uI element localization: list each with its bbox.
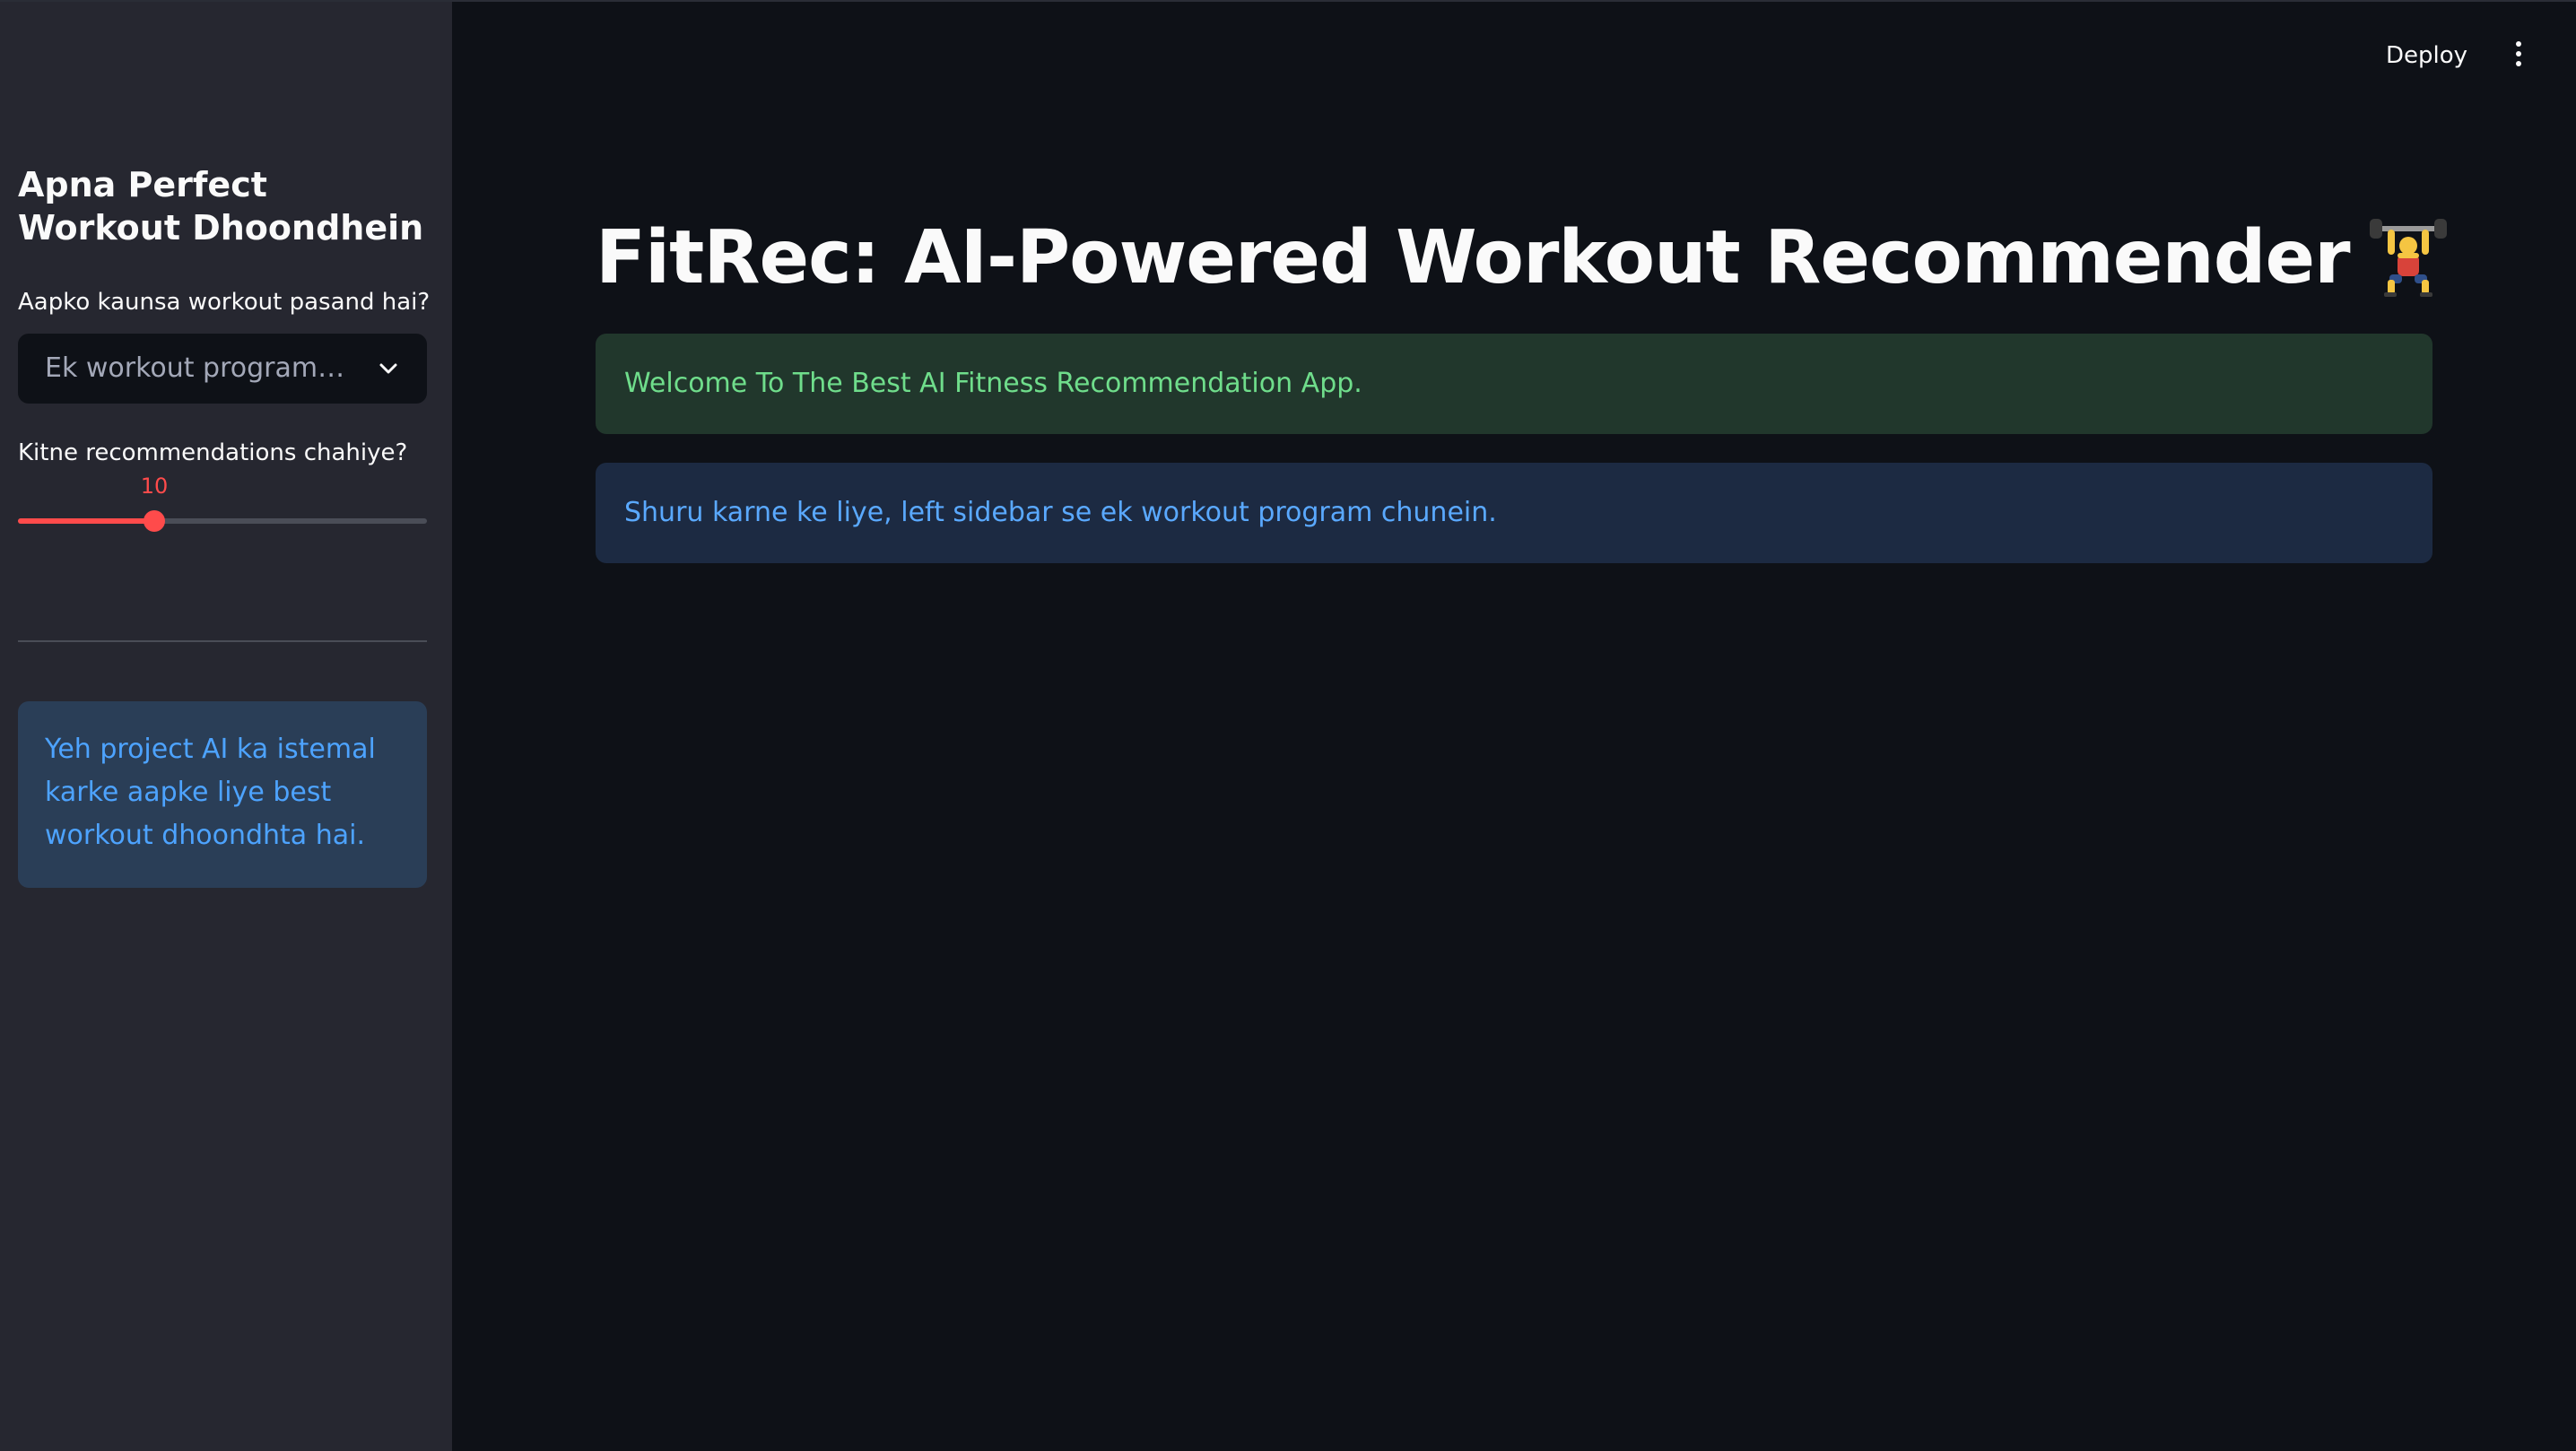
page-title: FitRec: AI-Powered Workout Recommender [596,213,2449,303]
recommendations-slider-label: Kitne recommendations chahiye? [18,439,408,466]
sidebar-divider [18,640,427,642]
app-root: Apna Perfect Workout Dhoondhein Aapko ka… [0,0,2576,1451]
vertical-dots-icon[interactable] [2508,41,2529,72]
slider-thumb[interactable] [144,510,165,532]
sidebar-title: Apna Perfect Workout Dhoondhein [18,165,424,248]
deploy-button[interactable]: Deploy [2386,38,2467,74]
workout-select[interactable]: Ek workout program chunein [18,334,427,404]
page-title-text: FitRec: AI-Powered Workout Recommender [596,215,2351,300]
workout-select-label: Aapko kaunsa workout pasand hai? [18,289,431,316]
info-alert: Shuru karne ke liye, left sidebar se ek … [596,463,2432,563]
workout-select-value: Ek workout program chunein [45,352,350,384]
weightlifter-icon [2369,218,2447,297]
chevron-down-icon [379,363,397,374]
recommendations-slider[interactable]: 10 [18,468,427,540]
success-alert: Welcome To The Best AI Fitness Recommend… [596,334,2432,434]
sidebar: Apna Perfect Workout Dhoondhein Aapko ka… [0,2,452,1451]
sidebar-info-box: Yeh project AI ka istemal karke aapke li… [18,701,427,888]
slider-value: 10 [140,474,169,499]
slider-fill [18,518,154,524]
